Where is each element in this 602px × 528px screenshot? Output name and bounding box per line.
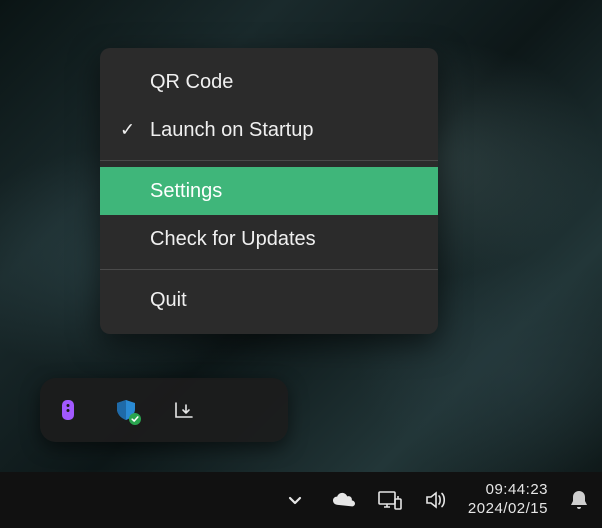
menu-item-quit[interactable]: Quit	[100, 276, 438, 324]
menu-item-check-updates[interactable]: Check for Updates	[100, 215, 438, 263]
app-tray-icon-purple[interactable]	[56, 398, 80, 422]
taskbar-datetime[interactable]: 09:44:23 2024/02/15	[468, 481, 548, 519]
menu-item-label: QR Code	[150, 71, 233, 94]
taskbar-time: 09:44:23	[486, 481, 548, 500]
menu-item-label: Settings	[150, 180, 222, 203]
security-shield-icon[interactable]	[114, 398, 138, 422]
menu-item-qr-code[interactable]: QR Code	[100, 58, 438, 106]
onedrive-icon[interactable]	[330, 486, 358, 514]
volume-icon[interactable]	[422, 486, 450, 514]
tray-context-menu: QR Code ✓ Launch on Startup Settings Che…	[100, 48, 438, 334]
check-icon: ✓	[120, 120, 135, 141]
menu-separator	[100, 269, 438, 270]
menu-item-label: Check for Updates	[150, 228, 316, 251]
menu-item-settings[interactable]: Settings	[100, 167, 438, 215]
taskbar-date: 2024/02/15	[468, 500, 548, 519]
menu-separator	[100, 160, 438, 161]
taskbar: 09:44:23 2024/02/15	[0, 472, 602, 528]
tray-overflow-popup	[40, 378, 288, 442]
tray-overflow-button[interactable]	[278, 483, 312, 517]
menu-item-launch-on-startup[interactable]: ✓ Launch on Startup	[100, 106, 438, 154]
menu-item-label: Launch on Startup	[150, 119, 313, 142]
network-icon[interactable]	[376, 486, 404, 514]
menu-item-label: Quit	[150, 289, 187, 312]
download-tray-icon[interactable]	[172, 398, 196, 422]
notifications-icon[interactable]	[566, 487, 592, 513]
